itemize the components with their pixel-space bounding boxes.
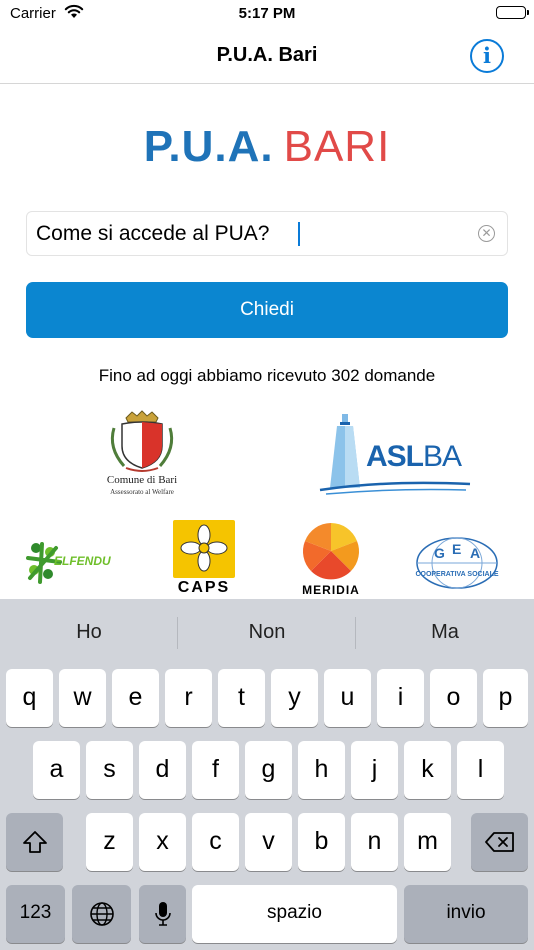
gea-letter: G	[434, 545, 445, 561]
caps-flower-badge	[173, 520, 235, 578]
microphone-icon[interactable]	[139, 885, 186, 943]
key-y[interactable]: y	[271, 669, 318, 727]
key-t[interactable]: t	[218, 669, 265, 727]
clock: 5:17 PM	[238, 5, 296, 22]
flower-icon	[180, 524, 228, 572]
page-title: P.U.A. Bari	[216, 44, 318, 66]
key-a[interactable]: a	[33, 741, 80, 799]
asl-label: ASL	[366, 440, 424, 473]
logo-bari-text: BARI	[283, 122, 391, 171]
ba-label: BA	[423, 440, 462, 473]
key-q[interactable]: q	[6, 669, 53, 727]
elfendu-logo: ELFENDU	[24, 538, 130, 586]
status-bar: Carrier 5:17 PM	[0, 0, 534, 30]
ask-button[interactable]: Chiedi	[26, 282, 508, 338]
key-g[interactable]: g	[245, 741, 292, 799]
key-w[interactable]: w	[59, 669, 106, 727]
comune-subtitle: Assessorato al Welfare	[110, 488, 174, 496]
key-c[interactable]: c	[192, 813, 239, 871]
numbers-key[interactable]: 123	[6, 885, 65, 943]
key-b[interactable]: b	[298, 813, 345, 871]
key-j[interactable]: j	[351, 741, 398, 799]
gea-letter: A	[470, 545, 480, 561]
suggestion-bar: Ho Non Ma	[0, 599, 534, 667]
battery-icon	[496, 6, 529, 19]
app-logo: P.U.A. BARI	[0, 122, 534, 172]
key-k[interactable]: k	[404, 741, 451, 799]
meridia-name: MERIDIA	[302, 583, 360, 597]
key-o[interactable]: o	[430, 669, 477, 727]
elfendu-name: ELFENDU	[54, 554, 111, 568]
key-h[interactable]: h	[298, 741, 345, 799]
comune-name: Comune di Bari	[106, 474, 178, 486]
gea-logo: G E A COOPERATIVA SOCIALE	[414, 536, 500, 590]
coat-of-arms-icon	[110, 410, 174, 472]
key-n[interactable]: n	[351, 813, 398, 871]
comune-di-bari-logo: Comune di Bari Assessorato al Welfare	[96, 410, 188, 498]
key-l[interactable]: l	[457, 741, 504, 799]
meridia-logo: MERIDIA	[296, 519, 366, 599]
question-count-text: Fino ad oggi abbiamo ricevuto 302 domand…	[98, 366, 436, 385]
logo-pua-text: P.U.A.	[143, 122, 274, 171]
delete-icon[interactable]	[471, 813, 528, 871]
question-field[interactable]: ✕	[26, 211, 508, 256]
keyboard: Ho Non Ma q w e r t y u i o p a s d f g …	[0, 599, 534, 950]
navigation-bar: P.U.A. Bari i	[0, 30, 534, 84]
suggestion-item[interactable]: Non	[178, 621, 356, 644]
key-f[interactable]: f	[192, 741, 239, 799]
key-v[interactable]: v	[245, 813, 292, 871]
key-x[interactable]: x	[139, 813, 186, 871]
key-m[interactable]: m	[404, 813, 451, 871]
key-s[interactable]: s	[86, 741, 133, 799]
gea-subtitle: COOPERATIVA SOCIALE	[415, 571, 498, 578]
key-z[interactable]: z	[86, 813, 133, 871]
asl-ba-logo: ASLBA	[316, 410, 476, 496]
asl-text: ASLBA	[366, 440, 462, 474]
space-key[interactable]: spazio	[192, 885, 397, 943]
caps-logo: CAPS	[172, 519, 236, 597]
text-cursor	[298, 222, 300, 246]
key-i[interactable]: i	[377, 669, 424, 727]
key-u[interactable]: u	[324, 669, 371, 727]
meridia-sun-icon	[302, 523, 360, 580]
key-d[interactable]: d	[139, 741, 186, 799]
shift-icon[interactable]	[6, 813, 63, 871]
clear-icon[interactable]: ✕	[478, 225, 495, 242]
globe-icon[interactable]	[72, 885, 131, 943]
info-icon[interactable]: i	[470, 39, 504, 73]
question-input[interactable]	[27, 212, 467, 255]
key-e[interactable]: e	[112, 669, 159, 727]
key-p[interactable]: p	[483, 669, 528, 727]
suggestion-item[interactable]: Ho	[0, 621, 178, 644]
key-r[interactable]: r	[165, 669, 212, 727]
caps-name: CAPS	[177, 579, 231, 596]
suggestion-item[interactable]: Ma	[356, 621, 534, 644]
return-key[interactable]: invio	[404, 885, 528, 943]
gea-letter: E	[452, 541, 461, 557]
